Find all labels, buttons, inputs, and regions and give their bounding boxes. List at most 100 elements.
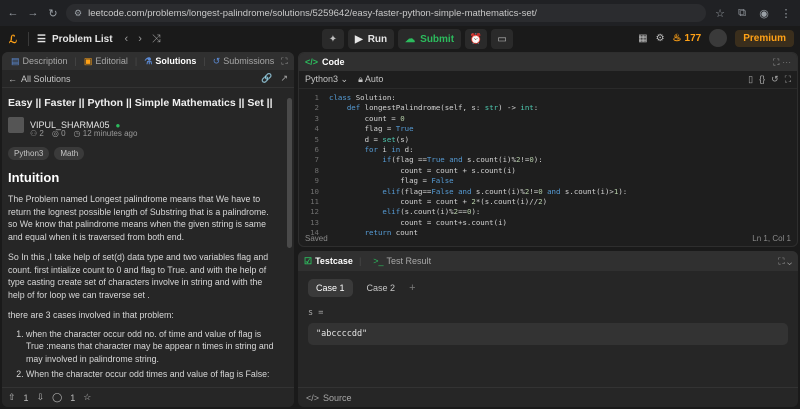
- bookmark-star-icon[interactable]: ☆: [712, 7, 728, 20]
- testcase-input[interactable]: "abccccdd": [308, 323, 788, 345]
- site-info-icon[interactable]: ⚙: [74, 8, 82, 19]
- browser-toolbar: ← → ↻ ⚙ leetcode.com/problems/longest-pa…: [0, 0, 800, 26]
- user-toolbar: ▦ ⚙ ♨ 177 Premium: [638, 29, 794, 47]
- divider: |: [358, 256, 362, 266]
- flask-icon: ⚗: [144, 55, 153, 66]
- premium-button[interactable]: Premium: [735, 29, 794, 47]
- left-tabs: ▤ Description | ▣ Editorial | ⚗ Solution…: [2, 52, 294, 70]
- back-arrow-icon[interactable]: ←: [6, 7, 20, 19]
- tab-editorial[interactable]: ▣ Editorial: [81, 56, 131, 67]
- code-lines[interactable]: 1 class Solution: 2 def longestPalindrome(…: [299, 93, 797, 238]
- editor-status: Saved Ln 1, Col 1: [305, 234, 791, 243]
- all-solutions-link[interactable]: All Solutions: [21, 74, 71, 84]
- address-bar[interactable]: ⚙ leetcode.com/problems/longest-palindro…: [66, 4, 706, 22]
- code-text: count = count + 2*(s.count(i)//2): [329, 196, 548, 206]
- extensions-icon[interactable]: ⧉: [734, 7, 750, 20]
- comment-icon: ◎: [51, 129, 59, 138]
- maximize-icon[interactable]: ⛶: [281, 56, 287, 67]
- profile-icon[interactable]: ◉: [756, 7, 772, 20]
- code-line[interactable]: 6 for i in d:: [299, 144, 797, 155]
- streak-counter[interactable]: ♨ 177: [673, 33, 702, 44]
- code-line[interactable]: 10 elif(flag==False and s.count(i)%2!=0 …: [299, 187, 797, 197]
- maximize-icon[interactable]: ⛶: [778, 256, 784, 266]
- tab-description[interactable]: ▤ Description: [8, 56, 71, 67]
- share-icon[interactable]: ↗: [280, 73, 288, 84]
- back-arrow-icon[interactable]: ←: [8, 74, 17, 84]
- code-line[interactable]: 5 d = set(s): [299, 135, 797, 145]
- timer-icon[interactable]: ⏰: [465, 29, 488, 49]
- reset-icon[interactable]: ↺: [771, 74, 779, 85]
- code-line[interactable]: 9 flag = False: [299, 176, 797, 186]
- forward-arrow-icon[interactable]: →: [26, 7, 40, 19]
- line-number: 6: [314, 144, 319, 154]
- leetcode-logo-icon[interactable]: ℒ: [6, 32, 20, 46]
- lock-icon: 🔒︎: [358, 74, 363, 84]
- tab-submissions[interactable]: ↺ Submissions: [210, 56, 278, 67]
- tab-label: Testcase: [315, 255, 353, 266]
- debug-icon[interactable]: ✦: [322, 29, 344, 49]
- case-tab-2[interactable]: Case 2: [359, 279, 404, 297]
- code-title: Code: [322, 57, 345, 67]
- paragraph: The Problem named Longest palindrome mea…: [8, 194, 269, 242]
- reload-icon[interactable]: ↻: [46, 7, 60, 20]
- code-text: class Solution:: [329, 93, 396, 102]
- panel-menu-icon[interactable]: ⋯: [782, 57, 791, 67]
- fullscreen-icon[interactable]: ⛶: [785, 74, 791, 85]
- next-problem-icon[interactable]: ›: [138, 33, 142, 45]
- code-line[interactable]: 11 count = count + 2*(s.count(i)//2): [299, 196, 797, 207]
- collapse-icon[interactable]: ⌄: [787, 256, 792, 266]
- code-line[interactable]: 3 count = 0: [299, 113, 797, 124]
- braces-icon[interactable]: {}: [759, 74, 765, 85]
- code-line[interactable]: 12 elif(s.count(i)%2==0):: [299, 207, 797, 217]
- link-icon[interactable]: 🔗: [261, 73, 272, 84]
- case-tab-1[interactable]: Case 1: [308, 279, 353, 297]
- code-line[interactable]: 1 class Solution:: [299, 93, 797, 103]
- submit-button[interactable]: ☁ Submit: [398, 29, 462, 49]
- editor-controls: ▯ {} ↺ ⛶: [748, 74, 791, 85]
- code-text: count = count + s.count(i): [329, 165, 516, 175]
- paragraph: So In this ,I take help of set(d) data t…: [8, 252, 269, 300]
- comment-icon[interactable]: ◯: [52, 392, 62, 403]
- auto-mode[interactable]: 🔒︎ Auto: [358, 74, 383, 85]
- tab-label: Editorial: [95, 56, 128, 66]
- code-line[interactable]: 4 flag = True: [299, 124, 797, 134]
- solution-subbar: ← All Solutions 🔗 ↗: [2, 70, 294, 88]
- add-case-icon[interactable]: +: [409, 282, 415, 294]
- author-avatar[interactable]: [8, 117, 24, 133]
- bookmark-icon[interactable]: ▯: [748, 74, 753, 85]
- code-line[interactable]: 8 count = count + s.count(i): [299, 165, 797, 176]
- source-link[interactable]: Source: [323, 393, 352, 403]
- layout-icon[interactable]: ▦: [638, 33, 647, 44]
- source-icon: </>: [306, 392, 320, 403]
- downvote-icon[interactable]: ⇩: [37, 392, 45, 403]
- tab-test-result[interactable]: >_ Test Result: [373, 256, 431, 266]
- tag-chip[interactable]: Python3: [8, 147, 50, 160]
- avatar[interactable]: [709, 29, 728, 47]
- prev-problem-icon[interactable]: ‹: [125, 33, 129, 45]
- code-line[interactable]: 7 if(flag ==True and s.count(i)%2!=0):: [299, 155, 797, 165]
- upvote-icon[interactable]: ⇧: [8, 392, 16, 403]
- maximize-icon[interactable]: ⛶: [773, 57, 779, 67]
- posted-label: 12 minutes ago: [82, 129, 138, 138]
- tab-solutions[interactable]: ⚗ Solutions: [141, 56, 199, 67]
- star-icon[interactable]: ☆: [83, 392, 91, 403]
- language-select[interactable]: Python3 ⌄: [305, 74, 348, 85]
- divider: |: [74, 56, 77, 66]
- shuffle-icon[interactable]: ⤨: [152, 33, 161, 46]
- solution-content: Easy || Faster || Python || Simple Mathe…: [2, 88, 284, 384]
- line-number: 9: [314, 176, 319, 186]
- run-button[interactable]: ▶ Run: [348, 29, 395, 49]
- code-line[interactable]: 13 count = count+s.count(i): [299, 218, 797, 228]
- list-icon: ☰: [37, 33, 46, 45]
- code-line[interactable]: 2 def longestPalindrome(self, s: str) ->…: [299, 103, 797, 113]
- browser-menu-icon[interactable]: ⋮: [778, 7, 794, 20]
- case-tabs: Case 1 Case 2 +: [298, 271, 798, 305]
- tag-chip[interactable]: Math: [54, 147, 85, 160]
- tab-testcase[interactable]: ☑ Testcase: [304, 256, 353, 267]
- notes-icon[interactable]: ▭: [491, 29, 514, 49]
- problem-list-button[interactable]: ☰ Problem List: [37, 34, 113, 45]
- scrollbar[interactable]: [287, 98, 292, 248]
- code-text: count = 0: [329, 113, 405, 123]
- upvote-count: 1: [23, 392, 29, 403]
- settings-gear-icon[interactable]: ⚙: [656, 33, 665, 44]
